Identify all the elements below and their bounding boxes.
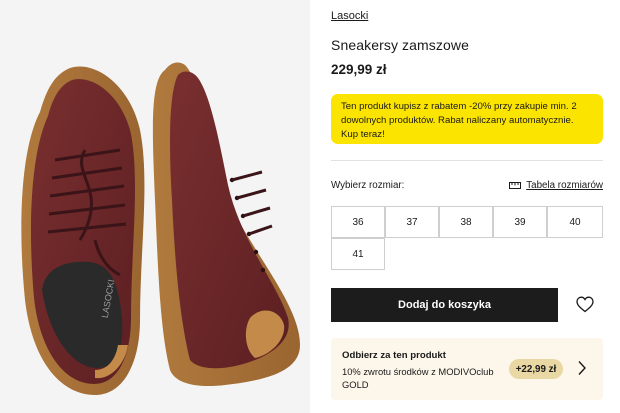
size-option[interactable]: 41 [331, 238, 385, 270]
product-title: Sneakersy zamszowe [331, 37, 469, 53]
size-option[interactable]: 37 [385, 206, 439, 238]
product-price: 229,99 zł [331, 62, 387, 77]
promo-text: Ten produkt kupisz z rabatem -20% przy z… [341, 101, 577, 140]
add-to-cart-button[interactable]: Dodaj do koszyka [331, 288, 558, 322]
divider [331, 160, 603, 161]
reward-amount-badge: +22,99 zł [509, 359, 563, 379]
ruler-icon [509, 182, 522, 189]
promo-banner: Ten produkt kupisz z rabatem -20% przy z… [331, 94, 603, 144]
size-option[interactable]: 38 [439, 206, 493, 238]
brand-link[interactable]: Lasocki [331, 10, 368, 22]
size-option[interactable]: 39 [493, 206, 547, 238]
size-option[interactable]: 40 [547, 206, 603, 238]
product-image[interactable]: LASOCKI [0, 0, 310, 413]
size-table-link[interactable]: Tabela rozmiarów [509, 180, 603, 191]
chevron-right-icon[interactable] [577, 360, 587, 376]
size-option[interactable]: 36 [331, 206, 385, 238]
heart-icon[interactable] [576, 296, 594, 313]
reward-description: 10% zwrotu środków z MODIVOclub GOLD [342, 366, 494, 390]
reward-title: Odbierz za ten produkt [342, 350, 446, 361]
product-details: Lasocki Sneakersy zamszowe 229,99 zł Ten… [331, 0, 603, 413]
size-label: Wybierz rozmiar: [331, 180, 405, 191]
shoe-top-view: LASOCKI [21, 66, 145, 396]
sneaker-photo: LASOCKI [0, 0, 310, 413]
size-table-label: Tabela rozmiarów [526, 180, 603, 191]
reward-banner[interactable]: Odbierz za ten produkt 10% zwrotu środkó… [331, 338, 603, 400]
